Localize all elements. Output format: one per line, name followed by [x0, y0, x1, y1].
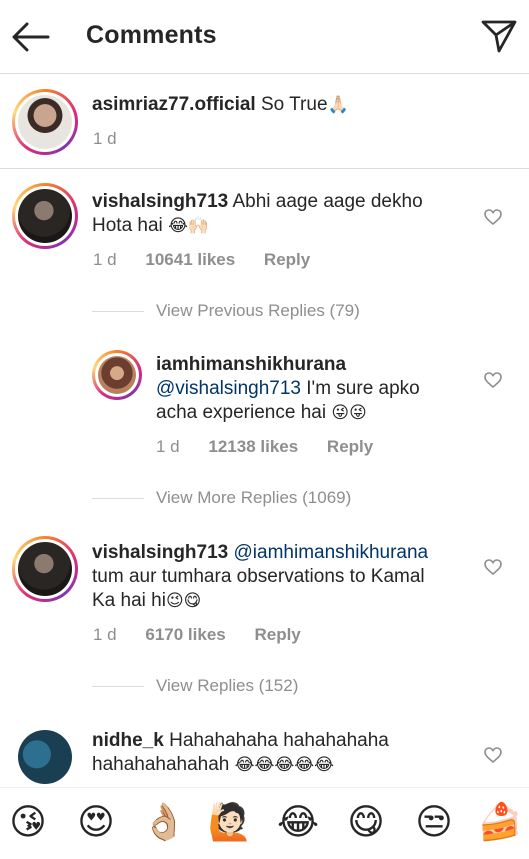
reply-button[interactable]: Reply [327, 437, 373, 456]
reply-body-line2: acha experience hai [156, 402, 327, 423]
view-more-replies[interactable]: View More Replies (1069) [156, 488, 351, 508]
reply-likes[interactable]: 12138 likes [208, 437, 298, 456]
comment-text: nidhe_k Hahahahaha hahahahaha hahahahaha… [92, 729, 472, 777]
comment-body-line2: Ka hai hi [92, 590, 166, 611]
avatar[interactable] [18, 730, 72, 784]
mention-link[interactable]: @vishalsingh713 [156, 378, 301, 399]
tears-of-joy-emoji-button[interactable]: 😂 [274, 800, 322, 846]
avatar[interactable] [12, 183, 78, 249]
heart-icon[interactable] [483, 745, 503, 765]
comment-likes[interactable]: 10641 likes [145, 250, 235, 269]
reply-body-line1: I'm sure apko [306, 378, 420, 399]
app-header: Comments [0, 0, 529, 74]
comment-username[interactable]: vishalsingh713 [92, 542, 228, 563]
comment-emoji: 😂🙌🏻 [168, 216, 210, 236]
divider [92, 311, 144, 312]
comment-meta: 1 d 6170 likes Reply [93, 625, 325, 645]
unamused-emoji-button[interactable]: 😒 [410, 800, 458, 846]
avatar[interactable] [12, 89, 78, 155]
reply-text: iamhimanshikhurana @vishalsingh713 I'm s… [156, 353, 476, 425]
paper-plane-icon [481, 20, 517, 53]
back-button[interactable] [10, 20, 52, 54]
ok-hand-emoji-button[interactable]: 👌🏼 [140, 800, 188, 846]
reply-time: 1 d [156, 437, 180, 456]
caption-emoji: 🙏🏻 [327, 95, 349, 115]
reply-username[interactable]: iamhimanshikhurana [156, 354, 346, 375]
reply-meta: 1 d 12138 likes Reply [156, 437, 397, 457]
reply-emoji: 😜😜 [331, 403, 367, 423]
heart-eyes-emoji-button[interactable]: 😍 [72, 800, 120, 846]
arrow-left-icon [12, 22, 50, 52]
caption-text: asimriaz77.official So True🙏🏻 [92, 93, 349, 117]
cake-emoji-button[interactable]: 🍰 [476, 800, 524, 846]
heart-icon[interactable] [483, 557, 503, 577]
raising-hand-emoji-button[interactable]: 🙋🏻 [206, 800, 254, 846]
avatar[interactable] [92, 350, 142, 400]
comment-time: 1 d [93, 250, 117, 269]
caption-body: So True [260, 94, 328, 115]
comment-body-line2: Hota hai [92, 215, 163, 236]
page-title: Comments [86, 21, 217, 49]
avatar[interactable] [12, 536, 78, 602]
comment-body-line2: hahahahahahah [92, 754, 230, 775]
caption-meta: 1 d [93, 129, 141, 149]
comment-emoji: 😉😋 [165, 591, 202, 611]
comment-body-line1: Hahahahaha hahahahaha [169, 730, 389, 751]
emoji-quick-bar: 😘 😍 👌🏼 🙋🏻 😂 😋 😒 🍰 [0, 787, 529, 859]
reply-button[interactable]: Reply [264, 250, 310, 269]
mention-link[interactable]: @iamhimanshikhurana [234, 542, 429, 563]
caption-username[interactable]: asimriaz77.official [92, 94, 256, 115]
comment-body-line1: tum aur tumhara observations to Kamal [92, 566, 425, 587]
comment-username[interactable]: vishalsingh713 [92, 191, 228, 212]
comment-likes[interactable]: 6170 likes [145, 625, 225, 644]
comment-emoji: 😂😂😂😂😂 [234, 755, 334, 775]
reply-button[interactable]: Reply [254, 625, 300, 644]
comment-username[interactable]: nidhe_k [92, 730, 164, 751]
post-caption: asimriaz77.official So True🙏🏻 1 d [0, 74, 529, 169]
yum-emoji-button[interactable]: 😋 [342, 800, 390, 846]
comment-text: vishalsingh713 @iamhimanshikhurana tum a… [92, 541, 472, 613]
comment-text: vishalsingh713 Abhi aage aage dekho Hota… [92, 190, 472, 238]
comment-time: 1 d [93, 625, 117, 644]
view-replies[interactable]: View Replies (152) [156, 676, 298, 696]
heart-icon[interactable] [483, 370, 503, 390]
view-previous-replies[interactable]: View Previous Replies (79) [156, 301, 360, 321]
share-button[interactable] [480, 18, 518, 54]
comment-body-line1: Abhi aage aage dekho [232, 191, 423, 212]
comment-meta: 1 d 10641 likes Reply [93, 250, 334, 270]
heart-icon[interactable] [483, 207, 503, 227]
caption-time: 1 d [93, 129, 117, 148]
divider [92, 498, 144, 499]
kiss-emoji-button[interactable]: 😘 [4, 800, 52, 846]
divider [92, 686, 144, 687]
